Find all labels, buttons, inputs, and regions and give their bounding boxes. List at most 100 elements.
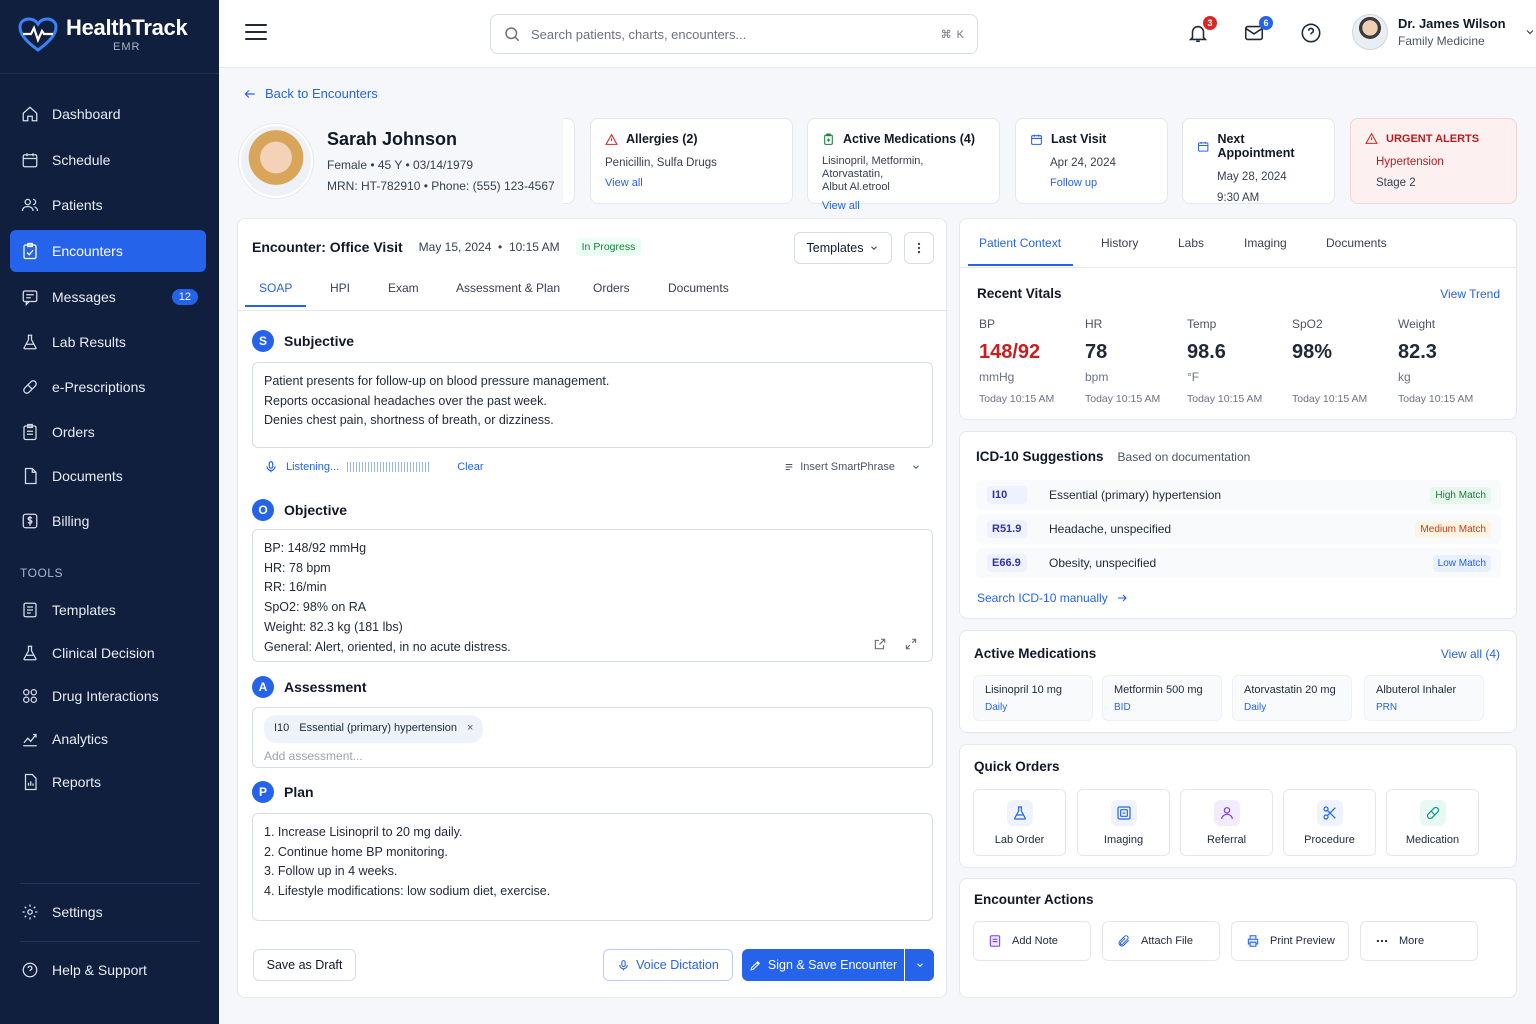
avatar (1352, 14, 1388, 50)
tab-imaging[interactable]: Imaging (1244, 236, 1287, 250)
medications-view-all-link[interactable]: View all (822, 200, 985, 212)
icd-suggestion-row[interactable]: E66.9 Obesity, unspecified Low Match (976, 548, 1501, 578)
lab-order-button[interactable]: Lab Order (973, 789, 1066, 856)
subjective-textarea[interactable]: Patient presents for follow-up on blood … (252, 362, 933, 448)
sidebar-item-dashboard[interactable]: Dashboard (10, 93, 206, 135)
sidebar-item-drug-interactions[interactable]: Drug Interactions (10, 675, 206, 717)
add-assessment-placeholder: Add assessment... (264, 748, 363, 763)
sidebar-item-schedule[interactable]: Schedule (10, 139, 206, 181)
search-input[interactable] (531, 26, 931, 42)
sidebar-item-encounters[interactable]: Encounters (10, 230, 206, 272)
tab-soap[interactable]: SOAP (245, 281, 307, 307)
next-appointment-title: Next Appointment (1217, 132, 1295, 160)
sidebar-item-templates[interactable]: Templates (10, 589, 206, 631)
icd-suggestion-row[interactable]: I10 Essential (primary) hypertension High … (976, 480, 1501, 510)
medication-item[interactable]: Metformin 500 mg BID (1102, 675, 1222, 721)
app-logo[interactable]: HealthTrack EMR (18, 16, 188, 53)
search-icd10-link[interactable]: Search ICD-10 manually (977, 591, 1128, 605)
warning-icon (605, 133, 618, 145)
urgent-alerts-title: URGENT ALERTS (1386, 132, 1480, 145)
urgent-alerts-card[interactable]: URGENT ALERTS Hypertension Stage 2 (1350, 118, 1517, 204)
plan-textarea[interactable]: 1. Increase Lisinopril to 20 mg daily. 2… (252, 813, 933, 921)
sidebar-item-settings[interactable]: Settings (10, 891, 206, 933)
quick-order-label: Lab Order (994, 833, 1045, 846)
insert-smartphrase-button[interactable]: Insert SmartPhrase (784, 461, 921, 473)
tab-documents[interactable]: Documents (668, 281, 729, 305)
remove-chip-icon[interactable]: × (467, 719, 473, 739)
icd-label: Obesity, unspecified (1049, 556, 1157, 570)
sidebar-item-lab-results[interactable]: Lab Results (10, 321, 206, 363)
sidebar-item-e-prescriptions[interactable]: e-Prescriptions (10, 366, 206, 408)
messages-button[interactable]: 6 (1243, 16, 1273, 46)
document-icon (24, 467, 37, 485)
tab-exam[interactable]: Exam (388, 281, 419, 305)
notifications-button[interactable]: 3 (1187, 16, 1217, 46)
global-search[interactable]: ⌘ K (490, 14, 978, 54)
vital-weight: Weight 82.3 kg Today 10:15 AM (1398, 317, 1498, 405)
follow-up-link[interactable]: Follow up (1030, 177, 1153, 189)
sidebar-item-help[interactable]: Help & Support (10, 949, 206, 991)
templates-dropdown[interactable]: Templates (794, 232, 892, 264)
back-to-encounters-link[interactable]: Back to Encounters (243, 86, 378, 101)
add-note-button[interactable]: Add Note (973, 921, 1091, 961)
tab-documents[interactable]: Documents (1326, 236, 1387, 250)
quick-orders-panel: Quick Orders Lab Order Imaging Referral … (959, 744, 1517, 868)
expand-icon[interactable] (904, 637, 918, 651)
medication-frequency: PRN (1376, 702, 1398, 713)
urgent-alert-stage: Stage 2 (1376, 177, 1416, 189)
tab-hpi[interactable]: HPI (330, 281, 350, 305)
view-trend-link[interactable]: View Trend (1440, 287, 1500, 301)
sign-options-button[interactable] (905, 949, 934, 981)
medication-item[interactable]: Albuterol Inhaler PRN (1364, 675, 1484, 721)
tab-assessment-plan[interactable]: Assessment & Plan (456, 281, 560, 305)
icd-suggestion-row[interactable]: R51.9 Headache, unspecified Medium Match (976, 514, 1501, 544)
medication-order-button[interactable]: Medication (1386, 789, 1479, 856)
imaging-order-button[interactable]: Imaging (1077, 789, 1170, 856)
user-menu[interactable]: Dr. James Wilson Family Medicine (1352, 14, 1536, 50)
sidebar-item-orders[interactable]: Orders (10, 411, 206, 453)
sidebar-item-patients[interactable]: Patients (10, 184, 206, 226)
tab-labs[interactable]: Labs (1178, 236, 1204, 250)
clipboard-list-icon (23, 423, 37, 441)
sign-save-button[interactable]: Sign & Save Encounter (742, 949, 904, 981)
sidebar-item-documents[interactable]: Documents (10, 455, 206, 497)
more-options-button[interactable] (904, 232, 934, 264)
sidebar-item-label: Patients (52, 197, 103, 213)
vital-label: SpO2 (1292, 317, 1323, 331)
print-preview-button[interactable]: Print Preview (1231, 921, 1349, 961)
tab-history[interactable]: History (1101, 236, 1138, 250)
sidebar-item-reports[interactable]: Reports (10, 761, 206, 803)
next-appointment-date: May 28, 2024 (1217, 171, 1287, 183)
objective-textarea[interactable]: BP: 148/92 mmHg HR: 78 bpm RR: 16/min Sp… (252, 529, 933, 662)
icd10-subtitle: Based on documentation (1117, 450, 1251, 464)
vital-value: 82.3 (1398, 341, 1437, 363)
sidebar-item-analytics[interactable]: Analytics (10, 718, 206, 760)
diagnosis-chip[interactable]: I10 Essential (primary) hypertension × (264, 715, 484, 743)
sidebar-item-messages[interactable]: Messages 12 (10, 276, 206, 318)
text-line: Denies chest pain, shortness of breath, … (264, 413, 554, 428)
sidebar-item-billing[interactable]: Billing (10, 500, 206, 542)
clear-button[interactable]: Clear (457, 461, 483, 473)
voice-dictation-button[interactable]: Voice Dictation (603, 949, 733, 981)
help-button[interactable] (1300, 22, 1324, 46)
microphone-icon[interactable] (264, 460, 278, 474)
menu-toggle-button[interactable] (245, 24, 267, 42)
medication-name: Lisinopril 10 mg (985, 684, 1063, 696)
tab-patient-context[interactable]: Patient Context (979, 236, 1061, 250)
referral-order-button[interactable]: Referral (1180, 789, 1273, 856)
attach-file-button[interactable]: Attach File (1102, 921, 1220, 961)
sidebar-item-clinical-decision[interactable]: Clinical Decision (10, 632, 206, 674)
tab-orders[interactable]: Orders (593, 281, 630, 305)
assessment-field[interactable]: I10 Essential (primary) hypertension × A… (252, 707, 933, 768)
medication-item[interactable]: Atorvastatin 20 mg Daily (1232, 675, 1352, 721)
more-actions-button[interactable]: More (1360, 921, 1478, 961)
procedure-order-button[interactable]: Procedure (1283, 789, 1376, 856)
open-external-icon[interactable] (873, 637, 887, 651)
allergies-view-all-link[interactable]: View all (605, 177, 778, 189)
patient-name: Sarah Johnson (327, 129, 458, 149)
view-all-medications-link[interactable]: View all (4) (1441, 647, 1500, 661)
divider (20, 883, 200, 884)
medication-item[interactable]: Lisinopril 10 mg Daily (973, 675, 1093, 721)
save-draft-button[interactable]: Save as Draft (253, 949, 356, 981)
encounter-time: 10:15 AM (508, 240, 560, 254)
